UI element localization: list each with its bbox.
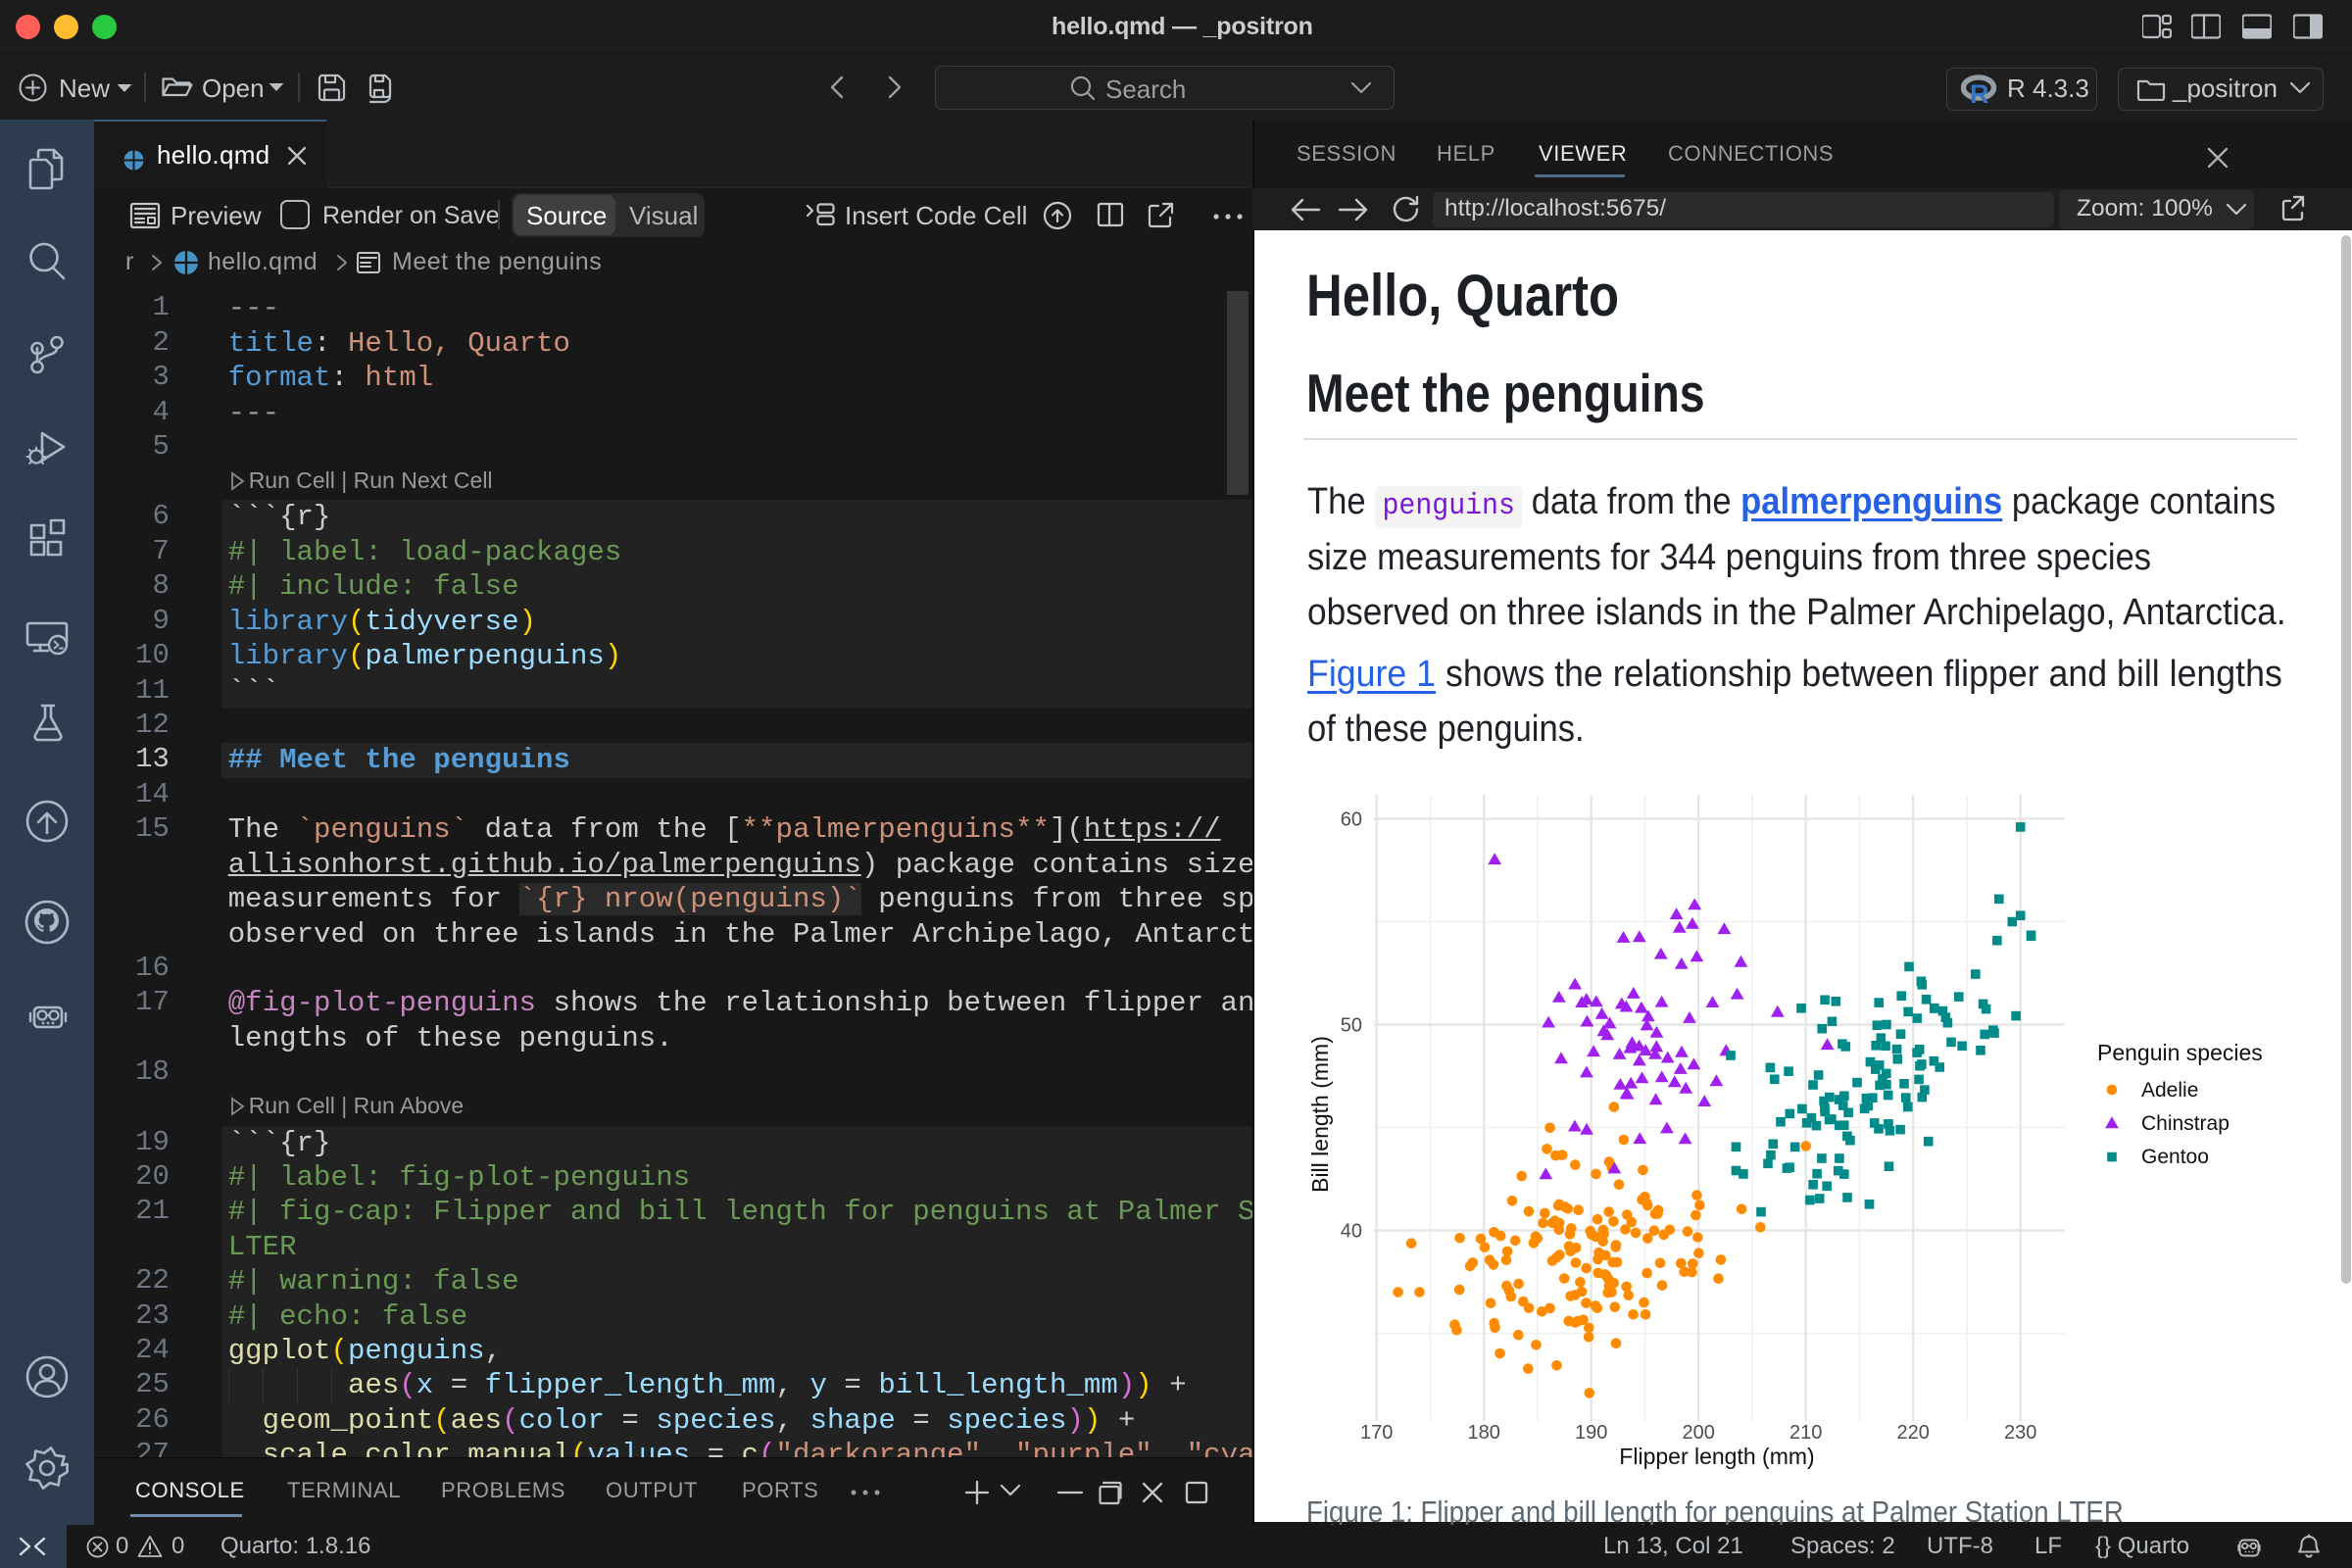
svg-text:200: 200 (1683, 1422, 1715, 1444)
svg-text:190: 190 (1575, 1422, 1607, 1444)
svg-text:Bill length (mm): Bill length (mm) (1307, 1036, 1333, 1193)
svg-text:Adelie: Adelie (2141, 1079, 2198, 1102)
svg-text:210: 210 (1789, 1422, 1822, 1444)
svg-text:Penguin species: Penguin species (2097, 1040, 2263, 1065)
svg-text:R: R (1970, 79, 1989, 106)
svg-text:Gentoo: Gentoo (2141, 1146, 2209, 1168)
svg-text:220: 220 (1897, 1422, 1930, 1444)
svg-text:170: 170 (1360, 1422, 1393, 1444)
svg-text:230: 230 (2004, 1422, 2036, 1444)
svg-text:40: 40 (1341, 1221, 1362, 1243)
svg-text:Chinstrap: Chinstrap (2141, 1112, 2230, 1135)
svg-text:180: 180 (1468, 1422, 1500, 1444)
svg-text:Flipper length (mm): Flipper length (mm) (1619, 1444, 1814, 1469)
svg-text:50: 50 (1341, 1015, 1362, 1037)
svg-text:60: 60 (1341, 809, 1362, 831)
